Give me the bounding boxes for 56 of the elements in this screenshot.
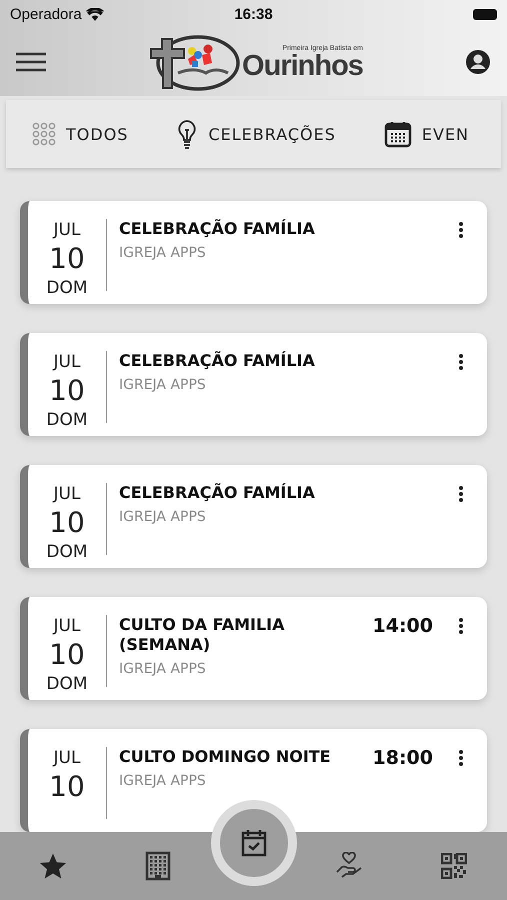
more-icon [459,748,463,766]
qr-code-icon [441,853,468,879]
event-month: JUL [54,747,80,769]
event-weekday: DOM [46,673,88,695]
more-icon [459,220,463,238]
logo-wordmark: Ourinhos [242,52,363,80]
building-icon [144,851,171,881]
event-day: 10 [49,373,85,409]
event-weekday: DOM [46,277,88,299]
event-card[interactable]: JUL 10 DOM CELEBRAÇÃO FAMÍLIA IGREJA APPS [20,201,487,304]
more-icon [459,352,463,370]
event-organizer: IGREJA APPS [119,509,207,525]
event-weekday: DOM [46,541,88,563]
account-button[interactable] [465,49,491,75]
event-card[interactable]: JUL 10 DOM CELEBRAÇÃO FAMÍLIA IGREJA APPS [20,333,487,436]
event-time: 18:00 [372,747,433,771]
event-title: CELEBRAÇÃO FAMÍLIA [119,219,316,239]
event-weekday: DOM [46,409,88,431]
event-organizer: IGREJA APPS [119,377,207,393]
more-icon [459,616,463,634]
grid-icon [32,122,56,146]
wifi-icon [86,8,104,20]
event-card[interactable]: JUL 10 DOM CELEBRAÇÃO FAMÍLIA IGREJA APPS [20,465,487,568]
more-icon [459,484,463,502]
event-card[interactable]: JUL 10 DOM CULTO DA FAMILIA (SEMANA) IGREJA APPS 14:00 [20,597,487,700]
event-month: JUL [54,615,80,637]
menu-icon [16,52,46,72]
event-organizer: IGREJA APPS [119,661,207,677]
event-month: JUL [54,483,80,505]
account-icon [465,49,491,75]
event-day: 10 [49,637,85,673]
event-time: 14:00 [372,615,433,639]
event-title: CULTO DOMINGO NOITE [119,747,332,767]
battery-icon [473,8,497,20]
event-card[interactable]: JUL 10 CULTO DOMINGO NOITE IGREJA APPS 18:00 [20,729,487,832]
calendar-icon [384,120,412,148]
calendar-check-icon [240,829,266,857]
category-tab[interactable]: EVEN [358,120,470,148]
event-day: 10 [49,241,85,277]
event-day: 10 [49,505,85,541]
event-organizer: IGREJA APPS [119,245,207,261]
event-month: JUL [54,219,80,241]
category-tab[interactable]: CELEBRAÇÕES [150,119,336,149]
carrier-name: Operadora [10,6,82,22]
event-day: 10 [49,769,85,805]
event-title: CELEBRAÇÃO FAMÍLIA [119,483,316,503]
event-month: JUL [54,351,80,373]
clock-time: 16:38 [234,6,273,22]
hand-heart-icon [335,852,364,880]
category-tab[interactable]: TODOS [6,122,128,146]
star-icon [38,851,68,881]
menu-button[interactable] [16,52,46,72]
event-title: CULTO DA FAMILIA (SEMANA) [119,615,286,655]
lightbulb-icon [176,119,198,149]
event-organizer: IGREJA APPS [119,773,207,789]
event-title: CELEBRAÇÃO FAMÍLIA [119,351,316,371]
